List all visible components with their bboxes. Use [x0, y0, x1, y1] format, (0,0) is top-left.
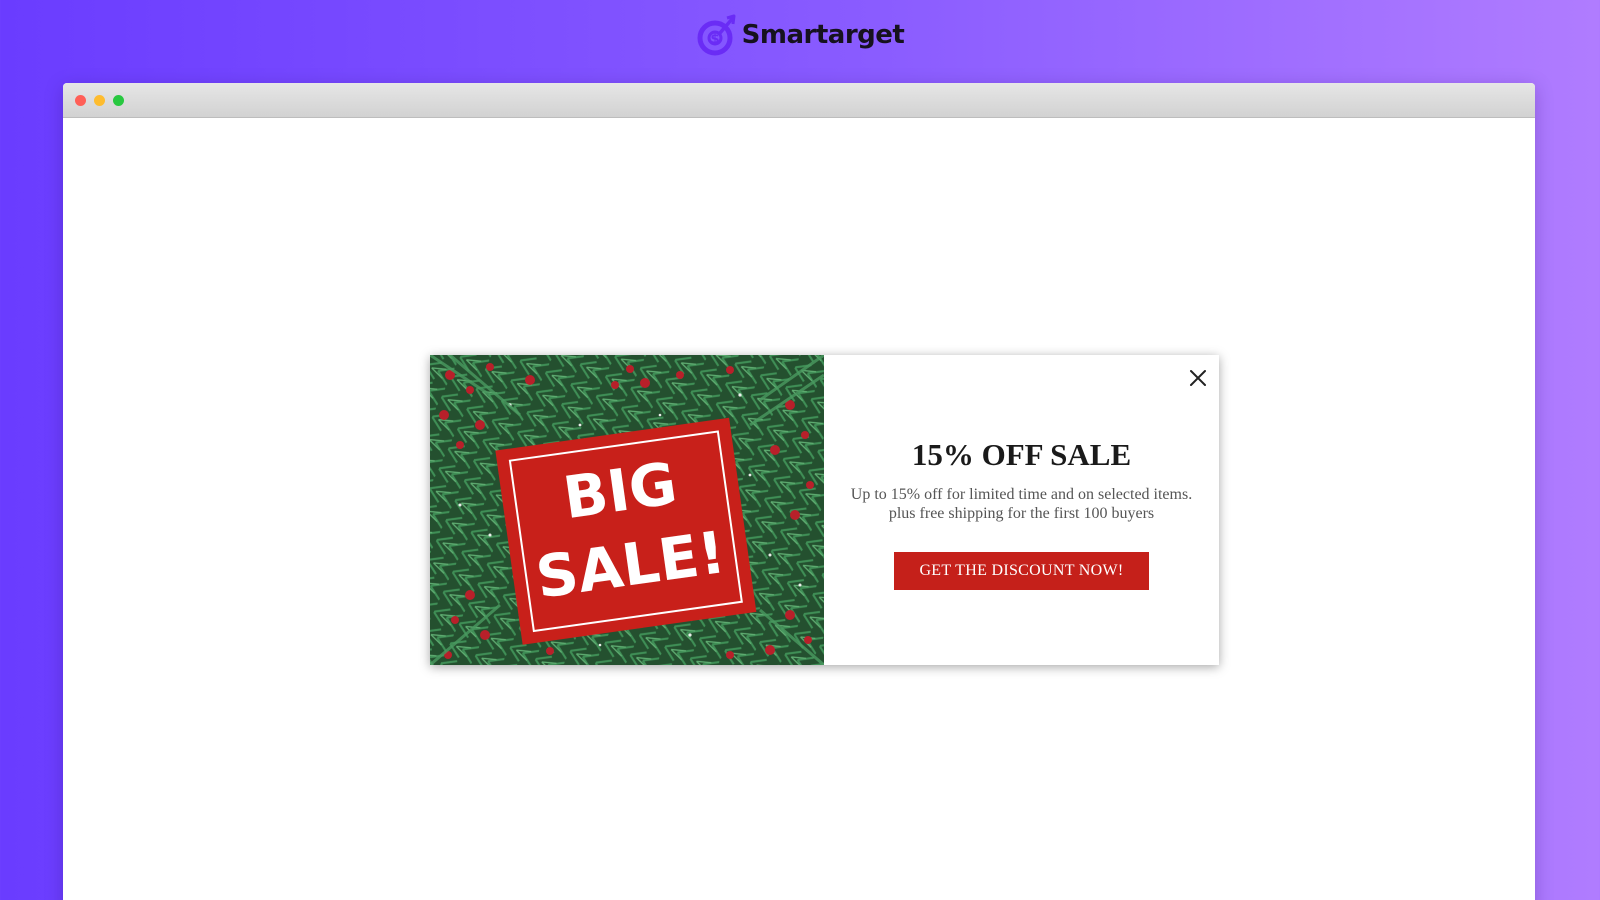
target-logo-icon: $: [697, 14, 736, 56]
close-window-button[interactable]: [75, 94, 86, 106]
popup-content: 15% OFF SALE Up to 15% off for limited t…: [824, 355, 1219, 665]
sale-popup: BIG SALE! 15% OFF SALE Up to 15% off for…: [430, 355, 1219, 665]
maximize-window-button[interactable]: [113, 94, 124, 106]
browser-titlebar: [63, 83, 1535, 118]
description-line-1: Up to 15% off for limited time and on se…: [850, 486, 1193, 503]
svg-text:$: $: [710, 32, 719, 47]
browser-window: BIG SALE! 15% OFF SALE Up to 15% off for…: [63, 83, 1535, 900]
popup-heading: 15% OFF SALE: [911, 437, 1132, 472]
description-line-2: plus free shipping for the first 100 buy…: [888, 505, 1155, 522]
brand-name: Smartarget: [741, 20, 905, 50]
close-icon[interactable]: [1187, 367, 1209, 389]
big-sale-graphic: BIG SALE!: [430, 355, 824, 665]
get-discount-button[interactable]: GET THE DISCOUNT NOW!: [894, 552, 1149, 590]
popup-description: Up to 15% off for limited time and on se…: [851, 485, 1192, 523]
big-sale-image: BIG SALE!: [430, 355, 824, 665]
minimize-window-button[interactable]: [94, 94, 105, 106]
brand-logo: $ Smartarget: [0, 14, 1600, 56]
